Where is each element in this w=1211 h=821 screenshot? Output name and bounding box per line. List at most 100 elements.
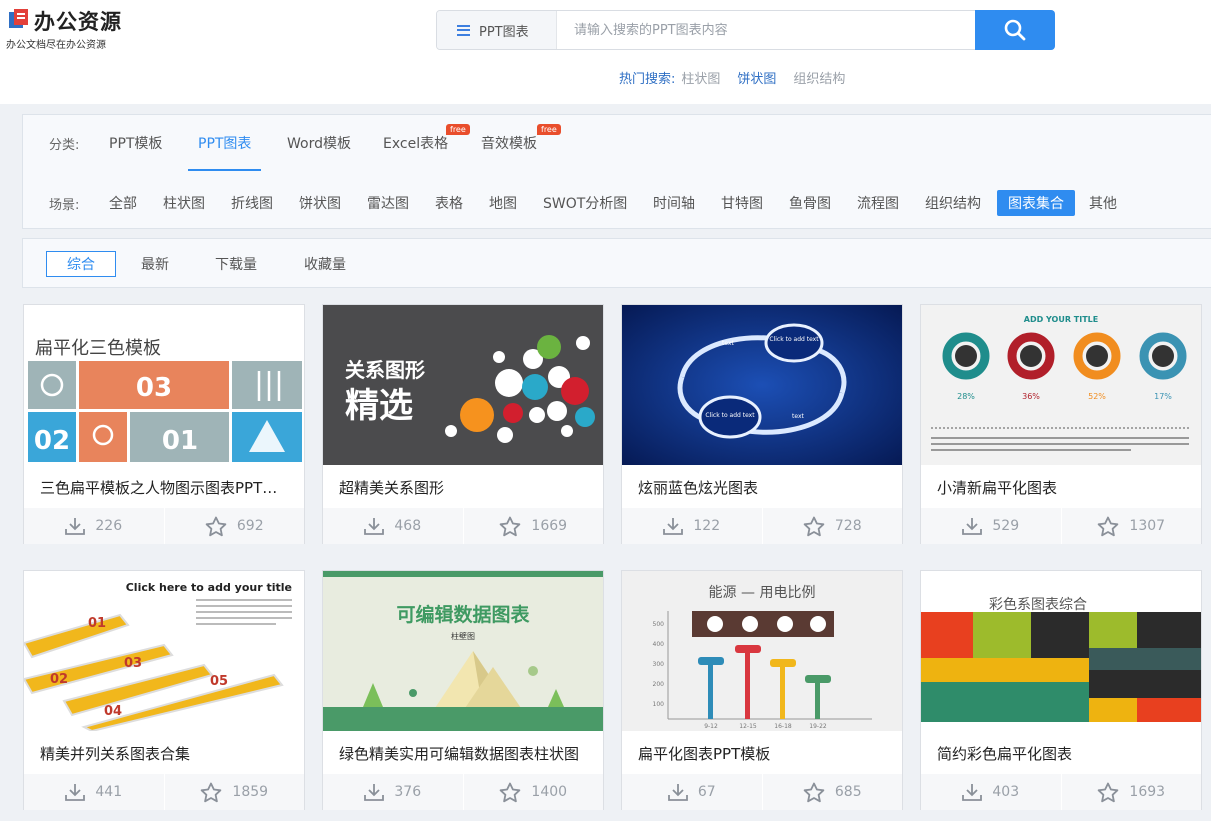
svg-text:16-18: 16-18 bbox=[774, 723, 792, 730]
search-category-dropdown[interactable]: PPT图表 bbox=[437, 11, 557, 49]
favorite-count[interactable]: 1693 bbox=[1060, 774, 1202, 810]
favorite-count[interactable]: 1307 bbox=[1060, 508, 1202, 544]
card-title[interactable]: 精美并列关系图表合集 bbox=[40, 743, 292, 764]
search-input[interactable] bbox=[558, 11, 975, 49]
card-title[interactable]: 简约彩色扁平化图表 bbox=[937, 743, 1189, 764]
site-logo[interactable]: 办公资源 办公文档尽在办公资源 bbox=[6, 6, 126, 51]
card-stats: 441 1859 bbox=[24, 774, 304, 810]
download-count-value: 403 bbox=[992, 784, 1020, 800]
svg-text:52%: 52% bbox=[1088, 392, 1106, 401]
favorite-count[interactable]: 1669 bbox=[462, 508, 604, 544]
category-sound-templates[interactable]: 音效模板 bbox=[481, 115, 537, 171]
svg-text:04: 04 bbox=[104, 704, 122, 719]
favorite-count[interactable]: 1859 bbox=[163, 774, 305, 810]
scene-item[interactable]: 折线图 bbox=[231, 187, 273, 219]
sort-option[interactable]: 收藏量 bbox=[304, 251, 346, 277]
hot-search-link[interactable]: 组织结构 bbox=[793, 68, 845, 87]
scene-item[interactable]: 全部 bbox=[109, 187, 137, 219]
card-thumbnail[interactable]: 可编辑数据图表 柱壁图 bbox=[323, 571, 603, 731]
card-stats: 376 1400 bbox=[323, 774, 603, 810]
search-button[interactable] bbox=[975, 10, 1055, 50]
download-count[interactable]: 122 bbox=[622, 508, 762, 544]
svg-text:ADD YOUR TITLE: ADD YOUR TITLE bbox=[1024, 315, 1098, 324]
template-card[interactable]: ADD YOUR TITLE 28% 36% 52% 17% 小清新扁平化图表 … bbox=[920, 304, 1202, 544]
star-icon bbox=[803, 782, 825, 802]
category-excel-sheets[interactable]: Excel表格 bbox=[383, 115, 448, 171]
template-card[interactable]: 可编辑数据图表 柱壁图 绿色精美实用可编辑数据图表柱状图 376 1400 bbox=[322, 570, 604, 810]
scene-item[interactable]: 柱状图 bbox=[163, 187, 205, 219]
favorite-count[interactable]: 728 bbox=[761, 508, 903, 544]
template-card[interactable]: 彩色系图表综合 简约彩色扁平化图表 403 1693 bbox=[920, 570, 1202, 810]
scene-item[interactable]: 雷达图 bbox=[367, 187, 409, 219]
download-count[interactable]: 226 bbox=[24, 508, 164, 544]
card-thumbnail[interactable]: 关系图形 精选 bbox=[323, 305, 603, 465]
scene-item[interactable]: 饼状图 bbox=[299, 187, 341, 219]
svg-text:关系图形: 关系图形 bbox=[345, 358, 425, 382]
scene-item[interactable]: 甘特图 bbox=[721, 187, 763, 219]
svg-text:03: 03 bbox=[124, 656, 142, 671]
card-thumbnail[interactable]: 扁平化三色模板 03 02 01 bbox=[24, 305, 304, 465]
template-card[interactable]: 关系图形 精选 超精美关系图形 468 1669 bbox=[322, 304, 604, 544]
sort-option[interactable]: 下载量 bbox=[215, 251, 257, 277]
scene-item[interactable]: 流程图 bbox=[857, 187, 899, 219]
card-title[interactable]: 炫丽蓝色炫光图表 bbox=[638, 477, 890, 498]
favorite-count-value: 1693 bbox=[1129, 784, 1166, 800]
download-count[interactable]: 403 bbox=[921, 774, 1061, 810]
download-count[interactable]: 468 bbox=[323, 508, 463, 544]
search-category-label: PPT图表 bbox=[479, 24, 529, 40]
hot-search-link[interactable]: 柱状图 bbox=[681, 68, 720, 87]
sort-bar: 综合 最新 下载量 收藏量 bbox=[22, 238, 1211, 288]
favorite-count[interactable]: 692 bbox=[163, 508, 305, 544]
favorite-count-value: 1859 bbox=[232, 784, 269, 800]
template-card[interactable]: Click to add text text Click to add text… bbox=[621, 304, 903, 544]
card-thumbnail[interactable]: 能源 — 用电比例 500 400 300 200 100 9-12 12-15… bbox=[622, 571, 902, 731]
card-thumbnail[interactable]: 彩色系图表综合 bbox=[921, 571, 1201, 731]
svg-text:17%: 17% bbox=[1154, 392, 1172, 401]
download-count[interactable]: 67 bbox=[622, 774, 762, 810]
sort-option[interactable]: 最新 bbox=[141, 251, 169, 277]
svg-text:01: 01 bbox=[162, 426, 198, 456]
scene-label: 场景: bbox=[49, 197, 80, 213]
card-thumbnail[interactable]: Click here to add your title 01 02 03 04… bbox=[24, 571, 304, 731]
download-count[interactable]: 529 bbox=[921, 508, 1061, 544]
template-card[interactable]: 扁平化三色模板 03 02 01 三色扁平模板之人物图示图表PPT模板 226 … bbox=[23, 304, 305, 544]
download-count-value: 468 bbox=[394, 518, 422, 534]
category-ppt-templates[interactable]: PPT模板 bbox=[109, 115, 162, 171]
free-badge: free bbox=[446, 124, 470, 135]
card-title[interactable]: 小清新扁平化图表 bbox=[937, 477, 1189, 498]
template-card[interactable]: 能源 — 用电比例 500 400 300 200 100 9-12 12-15… bbox=[621, 570, 903, 810]
svg-text:400: 400 bbox=[653, 641, 665, 648]
scene-item[interactable]: 鱼骨图 bbox=[789, 187, 831, 219]
scene-item-active[interactable]: 图表集合 bbox=[997, 190, 1075, 216]
scene-item[interactable]: 组织结构 bbox=[925, 187, 981, 219]
site-name: 办公资源 bbox=[34, 10, 122, 34]
svg-text:text: text bbox=[722, 340, 734, 347]
svg-text:精选: 精选 bbox=[345, 386, 413, 426]
scene-item[interactable]: 表格 bbox=[435, 187, 463, 219]
category-ppt-charts[interactable]: PPT图表 bbox=[187, 115, 262, 171]
favorite-count[interactable]: 1400 bbox=[462, 774, 604, 810]
template-card[interactable]: Click here to add your title 01 02 03 04… bbox=[23, 570, 305, 810]
scene-item[interactable]: SWOT分析图 bbox=[543, 187, 627, 219]
card-title[interactable]: 三色扁平模板之人物图示图表PPT模板 bbox=[40, 477, 292, 498]
download-count[interactable]: 376 bbox=[323, 774, 463, 810]
card-thumbnail[interactable]: Click to add text text Click to add text… bbox=[622, 305, 902, 465]
favorite-count-value: 728 bbox=[834, 518, 862, 534]
card-title[interactable]: 扁平化图表PPT模板 bbox=[638, 743, 890, 764]
svg-text:彩色系图表综合: 彩色系图表综合 bbox=[989, 596, 1087, 613]
sort-option-active[interactable]: 综合 bbox=[46, 251, 116, 277]
favorite-count[interactable]: 685 bbox=[761, 774, 903, 810]
card-title[interactable]: 超精美关系图形 bbox=[339, 477, 591, 498]
card-thumbnail[interactable]: ADD YOUR TITLE 28% 36% 52% 17% bbox=[921, 305, 1201, 465]
scene-item[interactable]: 其他 bbox=[1089, 187, 1117, 219]
scene-item[interactable]: 地图 bbox=[489, 187, 517, 219]
download-count[interactable]: 441 bbox=[24, 774, 164, 810]
star-icon bbox=[500, 782, 521, 802]
hot-searches: 热门搜索: 柱状图 饼状图 组织结构 bbox=[619, 68, 862, 87]
card-title[interactable]: 绿色精美实用可编辑数据图表柱状图 bbox=[339, 743, 591, 764]
category-word-templates[interactable]: Word模板 bbox=[287, 115, 351, 171]
scene-item[interactable]: 时间轴 bbox=[653, 187, 695, 219]
download-icon bbox=[65, 518, 86, 535]
svg-text:36%: 36% bbox=[1022, 392, 1040, 401]
hot-search-link[interactable]: 饼状图 bbox=[737, 68, 776, 87]
